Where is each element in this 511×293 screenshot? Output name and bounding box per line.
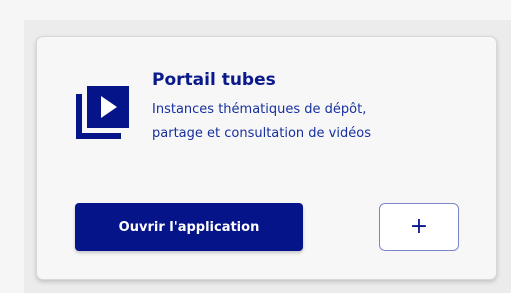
- page-left-background: [0, 0, 24, 293]
- page-top-background: [0, 0, 511, 20]
- card-title: Portail tubes: [152, 70, 276, 90]
- video-player-icon: [76, 86, 129, 139]
- app-card: Portail tubes Instances thématiques de d…: [36, 36, 497, 280]
- card-description: Instances thématiques de dépôt, partage …: [152, 98, 452, 146]
- add-button[interactable]: +: [379, 203, 459, 251]
- card-description-line-1: Instances thématiques de dépôt,: [152, 102, 367, 117]
- card-description-line-2: partage et consultation de vidéos: [152, 126, 371, 141]
- open-application-button[interactable]: Ouvrir l'application: [75, 203, 303, 251]
